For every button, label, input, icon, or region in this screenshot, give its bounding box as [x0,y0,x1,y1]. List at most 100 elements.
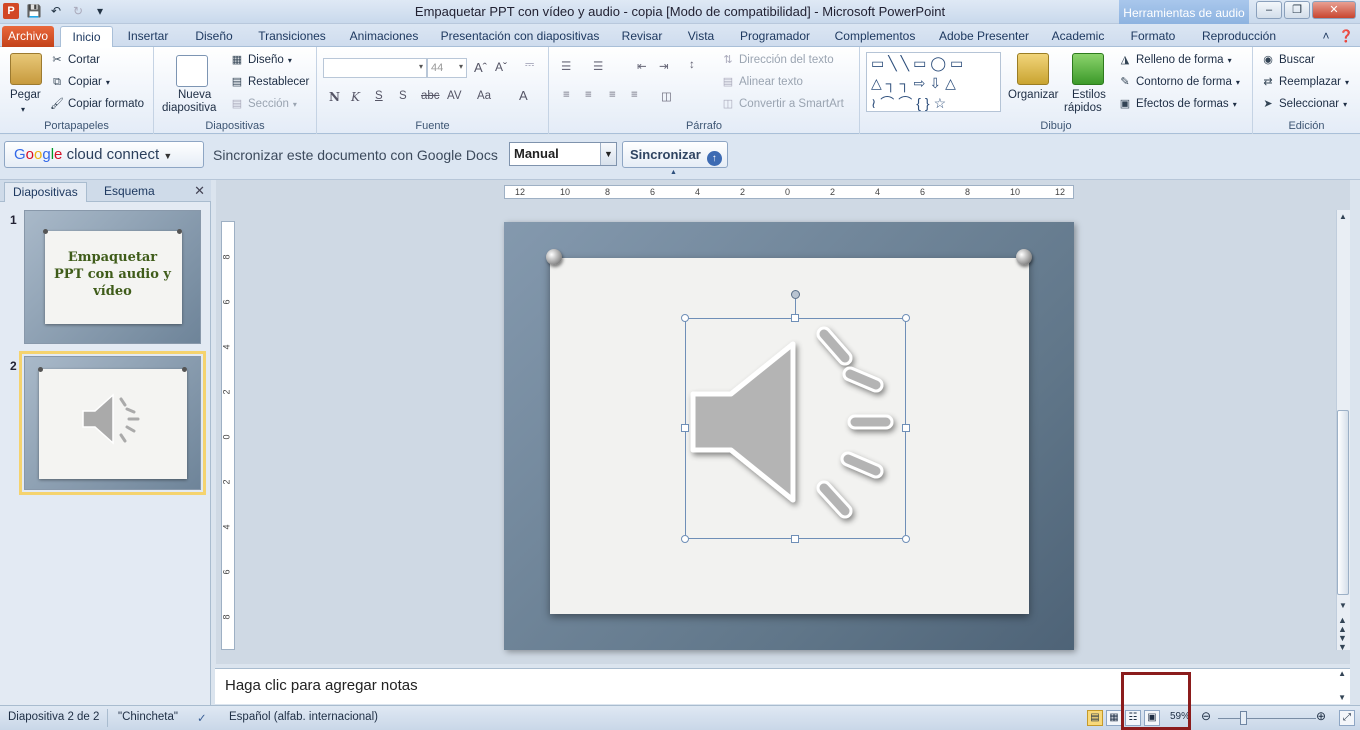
paste-button[interactable]: Pegar [10,89,41,101]
notes-scroll-down-icon[interactable]: ▼ [1338,693,1346,702]
replace-button[interactable]: ⇄ Reemplazar ▾ [1261,75,1349,89]
rotate-handle[interactable] [791,290,800,299]
help-expand-icon[interactable]: ˄ [1318,26,1334,47]
zoom-slider-track[interactable] [1218,718,1316,719]
zoom-in-icon[interactable]: ⊕ [1316,709,1326,723]
tab-academic[interactable]: Academic [1046,26,1110,47]
increase-indent-icon[interactable]: ⇥ [659,59,669,73]
find-button[interactable]: ◉ Buscar [1261,53,1315,67]
select-button[interactable]: ➤ Seleccionar ▾ [1261,97,1347,111]
tab-formato[interactable]: Formato [1122,26,1184,47]
next-slide-icon[interactable]: ▼ ▼ [1338,634,1347,652]
numbering-icon[interactable]: ☰ [593,59,603,73]
help-icon[interactable]: ❓ [1338,26,1354,47]
layout-button[interactable]: ▦ Diseño ▾ [230,53,292,67]
copy-button[interactable]: ⧉ Copiar ▾ [50,75,110,89]
reset-button[interactable]: ▤ Restablecer [230,75,310,89]
new-slide-label[interactable]: Nueva [178,89,211,101]
paste-icon[interactable] [10,53,42,85]
shapes-gallery[interactable]: ▭╲╲▭◯▭ △┐┐⇨⇩△ ≀⌒⌒{}☆ [866,52,1001,112]
scroll-up-icon[interactable]: ▲ [1339,212,1347,221]
smartart-button[interactable]: ◫ Convertir a SmartArt [721,97,844,111]
tab-diapositivas[interactable]: Diapositivas [4,182,87,202]
resize-handle[interactable] [902,314,910,322]
close-button[interactable]: ✕ [1312,1,1356,19]
notes-scroll-up-icon[interactable]: ▲ [1338,669,1346,678]
strikethrough-icon[interactable]: abc [421,90,440,102]
arrange-button[interactable]: Organizar [1008,89,1059,101]
columns-icon[interactable]: ◫ [661,89,672,103]
tab-vista[interactable]: Vista [680,26,722,47]
paste-dropdown-icon[interactable]: ▾ [21,105,25,114]
previous-slide-icon[interactable]: ▲ ▲ [1338,616,1347,634]
tab-esquema[interactable]: Esquema [96,182,163,202]
minimize-button[interactable]: – [1256,1,1282,19]
resize-handle[interactable] [791,314,799,322]
notes-placeholder[interactable]: Haga clic para agregar notas [225,677,418,694]
zoom-out-icon[interactable]: ⊖ [1201,709,1211,723]
maximize-button[interactable]: ❐ [1284,1,1310,19]
resize-handle[interactable] [681,314,689,322]
tab-complementos[interactable]: Complementos [828,26,922,47]
sync-mode-select[interactable]: Manual ▼ [509,142,617,166]
tab-programador[interactable]: Programador [732,26,818,47]
cut-button[interactable]: ✂ Cortar [50,53,100,67]
close-panel-icon[interactable]: ✕ [194,183,205,199]
fit-to-window-icon[interactable]: ⤢ [1339,710,1355,726]
bold-icon[interactable]: N [329,90,340,104]
tab-presentacion[interactable]: Presentación con diapositivas [436,26,604,47]
google-cloud-connect-button[interactable]: Google cloud connect ▼ [4,141,204,168]
change-case-icon[interactable]: Aa [477,90,491,102]
tab-inicio[interactable]: Inicio [60,26,113,47]
arrange-icon[interactable] [1017,53,1049,85]
tab-reproduccion[interactable]: Reproducción [1194,26,1284,47]
tab-insertar[interactable]: Insertar [120,26,176,47]
slide-thumbnail-1[interactable]: Empaquetar PPT con audio y vídeo [24,210,201,344]
resize-handle[interactable] [681,424,689,432]
slide-thumbnail-2[interactable] [19,351,206,495]
normal-view-icon[interactable]: ▤ [1087,710,1103,726]
resize-handle[interactable] [681,535,689,543]
shape-effects-button[interactable]: ▣ Efectos de formas ▾ [1118,97,1237,111]
new-slide-icon[interactable] [176,55,208,87]
align-right-icon[interactable]: ≡ [609,89,616,101]
clear-format-icon[interactable]: ⎓ [525,59,534,72]
char-spacing-icon[interactable]: AV [447,90,462,102]
align-left-icon[interactable]: ≡ [563,89,570,101]
italic-icon[interactable]: K [351,90,360,104]
slide-sorter-view-icon[interactable]: ▦ [1106,710,1122,726]
text-direction-button[interactable]: ⇅ Dirección del texto [721,53,833,67]
decrease-indent-icon[interactable]: ⇤ [637,59,647,73]
shape-outline-button[interactable]: ✎ Contorno de forma ▾ [1118,75,1240,89]
line-spacing-icon[interactable]: ↕ [689,59,695,71]
format-painter-button[interactable]: 🖌 Copiar formato [50,97,144,111]
section-button[interactable]: ▤ Sección ▾ [230,97,297,111]
resize-handle[interactable] [902,535,910,543]
font-size-combo[interactable]: 44 ▾ [427,58,467,78]
tab-revisar[interactable]: Revisar [614,26,670,47]
tab-diseno[interactable]: Diseño [186,26,242,47]
spellcheck-icon[interactable]: ✓ [197,711,207,725]
font-name-combo[interactable]: ▾ [323,58,427,78]
tab-animaciones[interactable]: Animaciones [342,26,426,47]
shrink-font-icon[interactable]: Aˇ [495,60,507,74]
tab-transiciones[interactable]: Transiciones [252,26,332,47]
quick-styles-icon[interactable] [1072,53,1104,85]
scroll-down-icon[interactable]: ▼ [1339,601,1347,610]
font-color-icon[interactable]: A [519,88,528,103]
language-indicator[interactable]: Español (alfab. internacional) [229,711,378,723]
scroll-thumb[interactable] [1337,410,1349,595]
grow-font-icon[interactable]: Aˆ [474,60,487,75]
sync-button[interactable]: Sincronizar ↑ [622,141,728,168]
bullets-icon[interactable]: ☰ [561,59,571,73]
zoom-slider-thumb[interactable] [1240,711,1247,725]
shape-fill-button[interactable]: ◮ Relleno de forma ▾ [1118,53,1232,67]
resize-handle[interactable] [791,535,799,543]
align-text-button[interactable]: ▤ Alinear texto [721,75,803,89]
tab-adobe-presenter[interactable]: Adobe Presenter [932,26,1036,47]
collapse-arrow-icon[interactable]: ▲ [670,169,677,176]
quick-styles-label[interactable]: Estilos [1072,89,1106,101]
resize-handle[interactable] [902,424,910,432]
justify-icon[interactable]: ≡ [631,89,638,101]
underline-icon[interactable]: S [375,90,383,102]
